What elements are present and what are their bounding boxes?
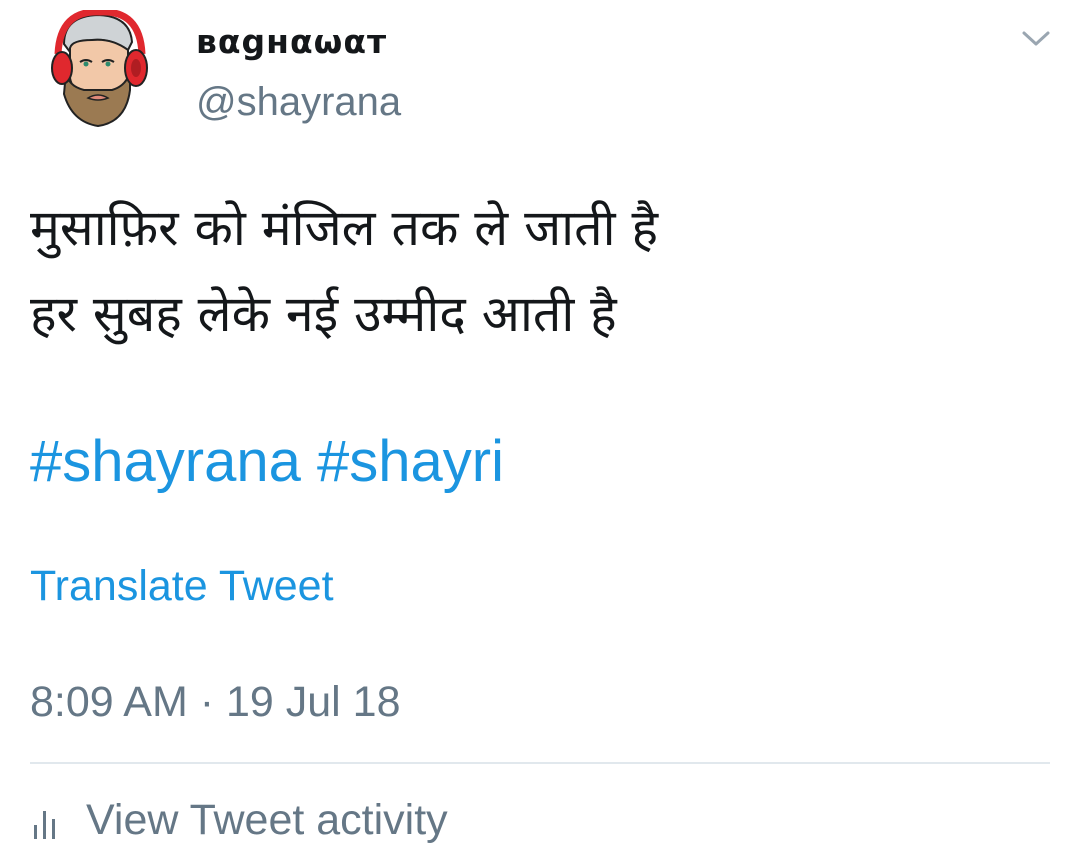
divider bbox=[30, 762, 1050, 764]
user-handle[interactable]: @shayrana bbox=[196, 80, 401, 125]
tweet-text: मुसाफ़िर को मंजिल तक ले जाती है हर सुबह … bbox=[30, 185, 658, 357]
view-tweet-activity-label: View Tweet activity bbox=[86, 796, 448, 844]
chevron-down-icon bbox=[1022, 31, 1050, 46]
tweet-line: हर सुबह लेके नई उम्मीद आती है bbox=[30, 285, 617, 343]
hashtags: #shayrana #shayri bbox=[30, 428, 504, 495]
tweet-timestamp: 8:09 AM · 19 Jul 18 bbox=[30, 678, 401, 726]
hashtag-link[interactable]: #shayri bbox=[317, 429, 504, 494]
view-tweet-activity-button[interactable]: View Tweet activity bbox=[30, 796, 448, 845]
display-name[interactable]: вαgнαωαт bbox=[196, 22, 387, 61]
hashtag-link[interactable]: #shayrana bbox=[30, 429, 301, 494]
avatar-illustration bbox=[51, 8, 148, 128]
translate-tweet-link[interactable]: Translate Tweet bbox=[30, 562, 334, 611]
avatar[interactable] bbox=[50, 8, 150, 132]
tweet-menu-button[interactable] bbox=[1018, 26, 1054, 50]
bar-chart-icon bbox=[34, 810, 55, 839]
tweet-line: मुसाफ़िर को मंजिल तक ले जाती है bbox=[30, 199, 659, 257]
